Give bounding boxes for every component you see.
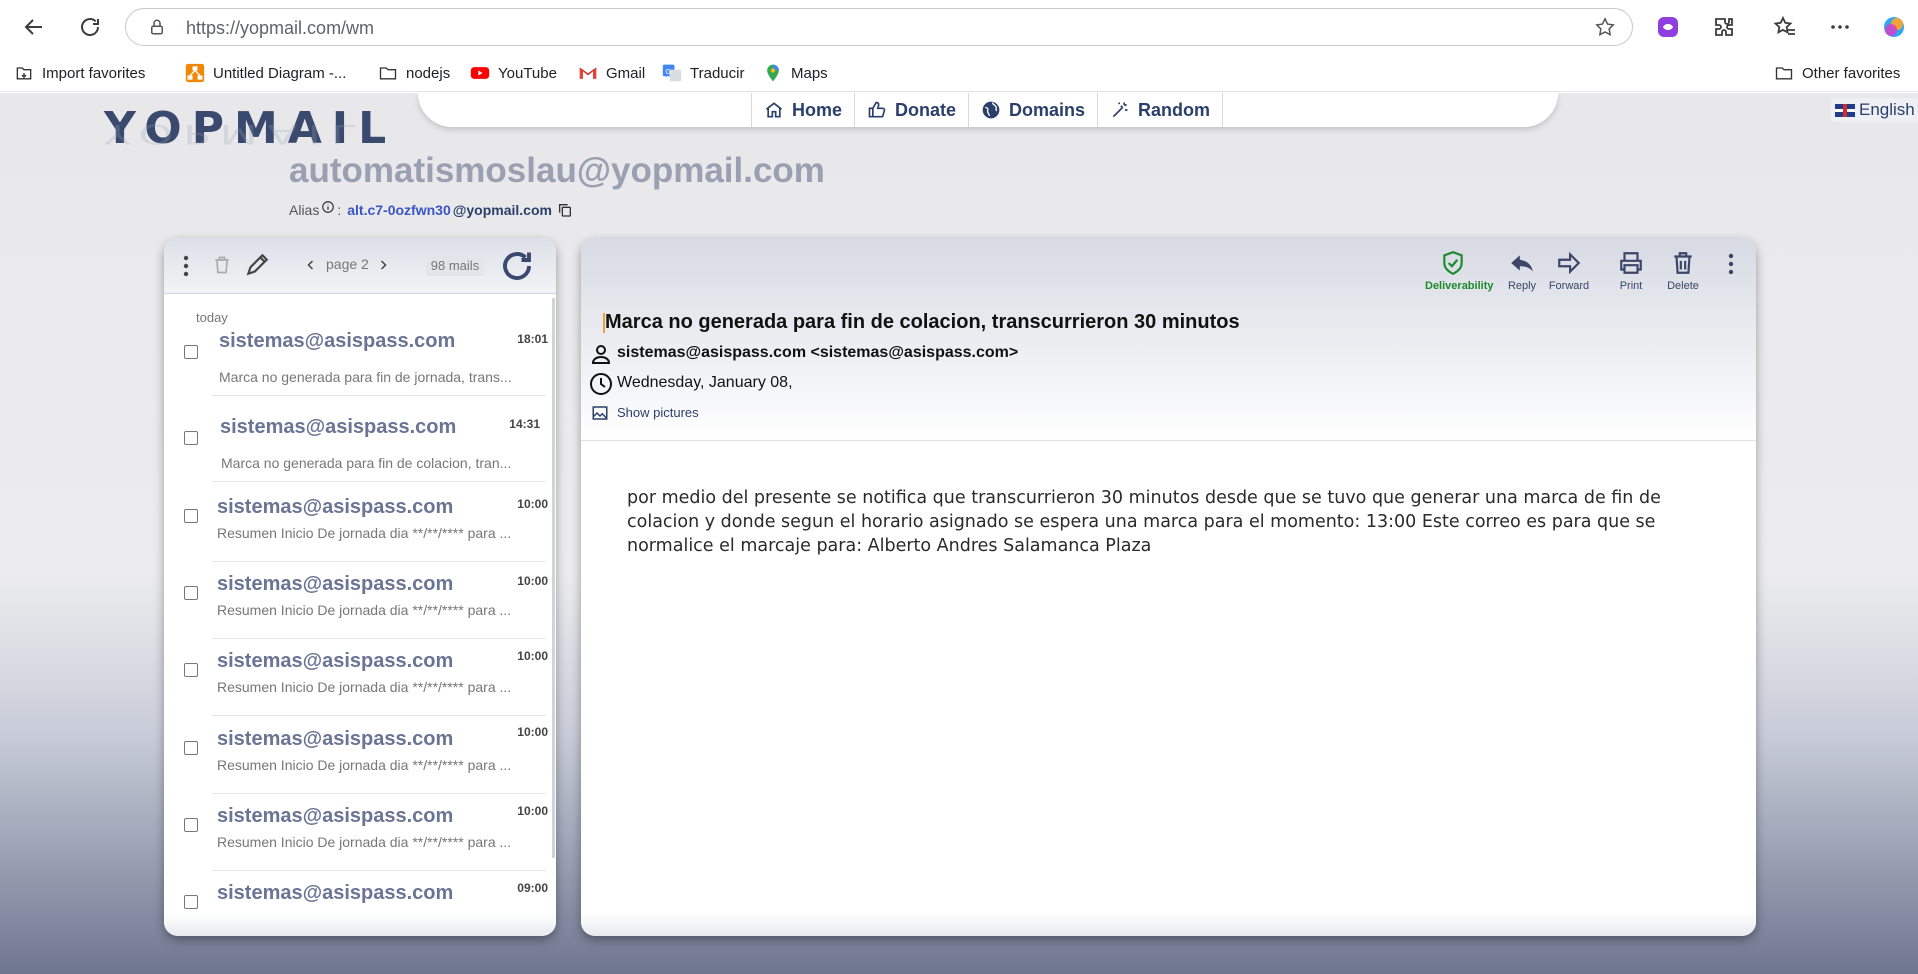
nav-donate[interactable]: Donate — [854, 93, 968, 127]
message-checkbox[interactable] — [184, 586, 198, 600]
deliverability-button[interactable]: Deliverability — [1425, 250, 1493, 292]
message-row[interactable]: sistemas@asispass.com 10:00 Resumen Inic… — [164, 640, 556, 716]
address-bar[interactable]: https://yopmail.com/wm — [125, 8, 1633, 46]
mail-date: Wednesday, January 08, — [617, 374, 793, 391]
more-options-icon[interactable] — [1823, 10, 1857, 44]
globe-icon — [982, 101, 1000, 119]
favorites-icon[interactable] — [1768, 10, 1802, 44]
bookmark-untitled-diagram[interactable]: Untitled Diagram -... — [185, 60, 346, 86]
bookmark-gmail[interactable]: Gmail — [578, 60, 645, 86]
message-checkbox[interactable] — [184, 895, 198, 909]
inbox-toolbar: page 2 98 mails — [164, 238, 556, 294]
forward-button[interactable]: Forward — [1541, 250, 1597, 292]
message-checkbox[interactable] — [184, 741, 198, 755]
svg-text:G: G — [665, 67, 671, 76]
browser-toolbar: https://yopmail.com/wm — [0, 0, 1918, 54]
top-navigation: Home Donate Domains Random English — [418, 93, 1918, 127]
mail-body: por medio del presente se notifica que t… — [627, 488, 1661, 556]
nav-domains[interactable]: Domains — [968, 93, 1097, 127]
print-button[interactable]: Print — [1603, 250, 1659, 292]
message-row[interactable]: sistemas@asispass.com 10:00 Resumen Inic… — [164, 563, 556, 639]
bookmark-nodejs[interactable]: nodejs — [378, 60, 450, 86]
refresh-inbox-icon[interactable] — [499, 248, 535, 284]
forward-icon — [1558, 251, 1581, 275]
uk-flag-icon — [1835, 103, 1855, 117]
copy-icon[interactable] — [557, 202, 573, 218]
image-icon — [592, 406, 608, 420]
nav-random[interactable]: Random — [1097, 93, 1223, 127]
show-pictures-link[interactable]: Show pictures — [617, 405, 699, 420]
mail-count-badge: 98 mails — [426, 256, 484, 276]
folder-icon — [1775, 67, 1793, 80]
inbox-menu-icon[interactable] — [181, 254, 191, 278]
reply-icon — [1511, 255, 1533, 272]
user-icon — [591, 345, 611, 364]
gmail-icon — [579, 67, 597, 79]
message-row[interactable]: sistemas@asispass.com 10:00 Resumen Inic… — [164, 795, 556, 871]
mail-subject: Marca no generada para fin de colacion, … — [605, 311, 1240, 333]
trash-icon[interactable] — [212, 254, 232, 276]
lock-icon — [151, 19, 163, 35]
magic-wand-icon — [1112, 102, 1128, 118]
yopmail-page: YOPMAIL YOPMAIL Home Donate Domains Rand… — [0, 93, 1918, 974]
mailbox-address: automatismoslau@yopmail.com — [289, 151, 825, 190]
home-icon — [765, 102, 783, 118]
page-indicator: page 2 — [326, 256, 369, 272]
message-checkbox[interactable] — [184, 345, 198, 359]
inbox-scrollbar[interactable] — [552, 298, 555, 858]
translate-icon: G — [662, 64, 682, 82]
message-checkbox[interactable] — [184, 663, 198, 677]
alias-domain: @yopmail.com — [452, 202, 552, 218]
url-text: https://yopmail.com/wm — [186, 18, 375, 38]
info-icon[interactable] — [321, 200, 335, 214]
delete-button[interactable]: Delete — [1655, 250, 1711, 292]
shield-check-icon — [1443, 251, 1463, 276]
bookmarks-bar: Import favorites Untitled Diagram -... n… — [0, 54, 1918, 92]
extensions-icon[interactable] — [1707, 10, 1741, 44]
message-checkbox[interactable] — [184, 818, 198, 832]
clock-icon — [590, 373, 612, 395]
copilot-extension-icon[interactable] — [1651, 10, 1685, 44]
message-checkbox[interactable] — [184, 431, 198, 445]
back-icon[interactable] — [17, 10, 51, 44]
printer-icon — [1620, 252, 1642, 274]
previous-page-icon[interactable] — [305, 258, 317, 272]
compose-pencil-icon[interactable] — [244, 252, 270, 278]
more-actions-icon[interactable] — [1726, 252, 1736, 276]
alias-line: Alias : alt.c7-0ozfwn30 @yopmail.com — [289, 200, 573, 218]
bookmark-traducir[interactable]: G Traducir — [662, 60, 744, 86]
bookmark-youtube[interactable]: YouTube — [470, 60, 557, 86]
nav-home[interactable]: Home — [751, 93, 854, 127]
favorite-star-icon[interactable] — [1594, 16, 1616, 38]
mail-sender: sistemas@asispass.com <sistemas@asispass… — [617, 344, 1019, 361]
message-list: today sistemas@asispass.com 18:01 Marca … — [164, 310, 556, 922]
bookmark-other-favorites[interactable]: Other favorites — [1774, 60, 1900, 86]
trash-icon — [1674, 252, 1692, 274]
copilot-icon[interactable] — [1877, 10, 1911, 44]
refresh-icon[interactable] — [73, 10, 107, 44]
next-page-icon[interactable] — [377, 258, 389, 272]
message-row[interactable]: sistemas@asispass.com 18:01 Marca no gen… — [164, 320, 556, 396]
import-icon — [16, 67, 32, 80]
message-row[interactable]: sistemas@asispass.com 10:00 Resumen Inic… — [164, 718, 556, 794]
message-row[interactable]: sistemas@asispass.com 10:00 Resumen Inic… — [164, 486, 556, 562]
message-checkbox[interactable] — [184, 509, 198, 523]
bookmark-maps[interactable]: Maps — [763, 60, 828, 86]
folder-icon — [379, 67, 397, 80]
inbox-panel: page 2 98 mails today sistemas@asispass.… — [164, 238, 556, 936]
mail-header: Deliverability Reply Forward Print Delet… — [581, 238, 1756, 441]
thumbs-up-icon — [868, 101, 886, 118]
drawio-icon — [185, 63, 205, 83]
youtube-icon — [470, 67, 490, 79]
alias-value[interactable]: alt.c7-0ozfwn30 — [347, 202, 450, 218]
reading-pane: Deliverability Reply Forward Print Delet… — [581, 238, 1756, 936]
message-row[interactable]: sistemas@asispass.com 14:31 Marca no gen… — [164, 406, 556, 482]
bookmark-import-favorites[interactable]: Import favorites — [14, 60, 145, 86]
language-select[interactable]: English — [1831, 98, 1918, 122]
maps-icon — [767, 64, 779, 82]
